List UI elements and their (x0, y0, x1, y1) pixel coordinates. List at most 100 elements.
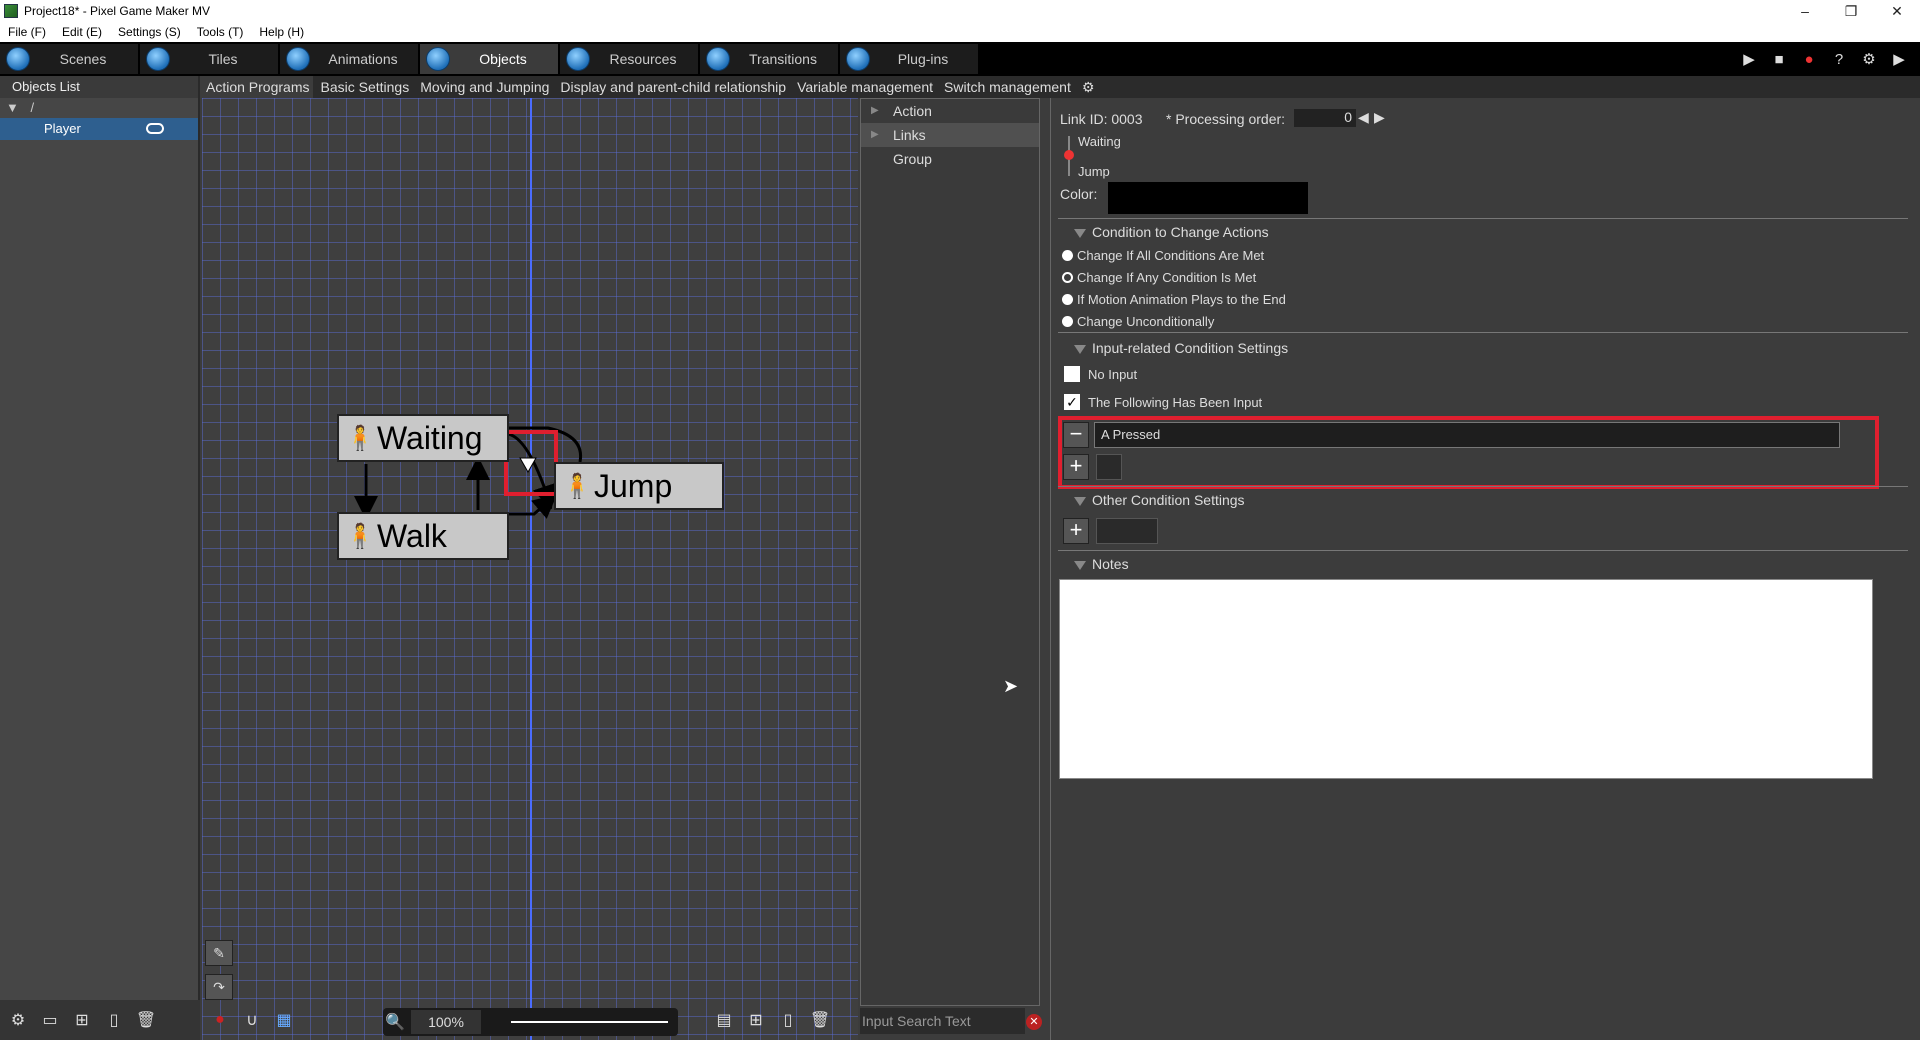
close-button[interactable]: ✕ (1874, 0, 1920, 22)
tab-scenes[interactable]: Scenes (0, 44, 138, 74)
add-action-icon[interactable]: ⊞ (744, 1008, 768, 1032)
settings-icon[interactable]: ⚙ (6, 1008, 30, 1032)
subtab-action-programs[interactable]: Action Programs (202, 76, 314, 98)
link-walk-jump[interactable] (508, 494, 558, 519)
tab-transitions[interactable]: Transitions (700, 44, 838, 74)
tab-plugins[interactable]: Plug-ins (840, 44, 978, 74)
menu-edit[interactable]: Edit (E) (54, 25, 110, 39)
mouse-cursor-icon: ➤ (1003, 676, 1019, 696)
character-icon: 🧍 (345, 522, 375, 550)
link-id: Link ID: 0003 (1060, 111, 1143, 127)
expand-arrow-icon[interactable]: ▶ (871, 99, 879, 123)
run-icon[interactable]: ▶ (1888, 48, 1910, 70)
input-highlight-box (1058, 416, 1879, 489)
curve-tool-icon[interactable]: ↷ (205, 974, 233, 1000)
zoom-control: 🔍 100% (383, 1008, 678, 1036)
zoom-slider[interactable] (511, 1021, 668, 1023)
divider (1058, 332, 1908, 333)
collapse-icon (1074, 228, 1086, 238)
subtab-switch-management[interactable]: Switch management (940, 76, 1075, 98)
gear-icon[interactable]: ⚙ (1858, 48, 1880, 70)
play-icon[interactable]: ▶ (1738, 48, 1760, 70)
plugins-icon (846, 47, 870, 71)
other-condition-slot[interactable] (1096, 518, 1158, 544)
radio-all-conditions[interactable]: Change If All Conditions Are Met (1052, 248, 1264, 263)
node-walk[interactable]: 🧍 Walk (337, 512, 509, 560)
objects-list-footer: ⚙ ▭ ⊞ ▯ 🗑 (0, 1000, 200, 1040)
collapse-arrow-icon[interactable]: ▼ (6, 100, 22, 115)
pen-icon[interactable]: ✎ (205, 940, 233, 966)
tree-item-player[interactable]: Player (0, 118, 198, 140)
increment-icon[interactable]: ▶ (1374, 109, 1385, 126)
menu-help[interactable]: Help (H) (251, 25, 312, 39)
subtab-display-parent-child[interactable]: Display and parent-child relationship (556, 76, 790, 98)
link-from: Waiting (1078, 134, 1121, 149)
gamepad-icon (146, 123, 164, 134)
magnifier-icon[interactable]: 🔍 (383, 1010, 407, 1034)
tree-item-links[interactable]: ▶ Links (861, 123, 1039, 147)
list-icon[interactable]: ▤ (712, 1008, 736, 1032)
canvas-tools-right: ▤ ⊞ ▯ 🗑 (712, 1008, 832, 1032)
checkbox-no-input[interactable]: No Input (1052, 366, 1137, 382)
condition-change-header[interactable]: Condition to Change Actions (1058, 224, 1269, 240)
tree-item-group[interactable]: Group (861, 147, 1039, 171)
canvas-tools-left: ● ∪ ▦ (208, 1008, 296, 1032)
notes-textarea[interactable] (1059, 579, 1873, 779)
character-icon: 🧍 (562, 472, 592, 500)
record-icon[interactable]: ● (1798, 48, 1820, 70)
collapse-icon (1074, 344, 1086, 354)
input-conditions-header[interactable]: Input-related Condition Settings (1058, 340, 1288, 356)
color-swatch[interactable] (1108, 182, 1308, 214)
decrement-icon[interactable]: ◀ (1358, 109, 1369, 126)
divider (1058, 218, 1908, 219)
subtab-moving-jumping[interactable]: Moving and Jumping (416, 76, 553, 98)
radio-unconditionally[interactable]: Change Unconditionally (1052, 314, 1214, 329)
subtab-settings-gear-icon[interactable]: ⚙ (1078, 76, 1099, 98)
delete-icon[interactable]: 🗑 (808, 1008, 832, 1032)
color-label: Color: (1060, 186, 1098, 202)
link-direction-dot (1064, 150, 1074, 160)
objects-icon (426, 47, 450, 71)
subtab-variable-management[interactable]: Variable management (793, 76, 937, 98)
window-icon[interactable]: ▭ (38, 1008, 62, 1032)
window-title: Project18* - Pixel Game Maker MV (24, 4, 211, 18)
menu-tools[interactable]: Tools (T) (189, 25, 252, 39)
checkbox-following-input[interactable]: ✓ The Following Has Been Input (1052, 394, 1262, 410)
menu-file[interactable]: File (F) (0, 25, 54, 39)
red-action-icon[interactable]: ● (208, 1008, 232, 1032)
node-waiting[interactable]: 🧍 Waiting (337, 414, 509, 462)
trash-icon[interactable]: 🗑 (134, 1008, 158, 1032)
tab-tiles[interactable]: Tiles (140, 44, 278, 74)
menu-settings[interactable]: Settings (S) (110, 25, 189, 39)
player-label: Player (44, 121, 81, 136)
magnet-icon[interactable]: ∪ (240, 1008, 264, 1032)
stop-icon[interactable]: ■ (1768, 48, 1790, 70)
minimize-button[interactable]: – (1782, 0, 1828, 22)
zoom-value[interactable]: 100% (411, 1010, 481, 1034)
node-jump[interactable]: 🧍 Jump (554, 462, 724, 510)
add-object-icon[interactable]: ▯ (102, 1008, 126, 1032)
other-conditions-header[interactable]: Other Condition Settings (1058, 492, 1245, 508)
tab-resources[interactable]: Resources (560, 44, 698, 74)
tree-item-action[interactable]: ▶ Action (861, 99, 1039, 123)
search-input[interactable]: Input Search Text (860, 1008, 1025, 1034)
radio-any-condition[interactable]: Change If Any Condition Is Met (1052, 270, 1256, 285)
action-program-canvas[interactable]: 🧍 Waiting 🧍 Walk 🧍 Jump (202, 98, 858, 1040)
clear-search-icon[interactable]: ✕ (1026, 1014, 1042, 1030)
subtab-basic-settings[interactable]: Basic Settings (316, 76, 413, 98)
maximize-button[interactable]: ❐ (1828, 0, 1874, 22)
divider (1058, 486, 1908, 487)
add-folder-icon[interactable]: ⊞ (70, 1008, 94, 1032)
new-icon[interactable]: ▯ (776, 1008, 800, 1032)
tab-objects[interactable]: Objects (420, 44, 558, 74)
animations-icon (286, 47, 310, 71)
tab-animations[interactable]: Animations (280, 44, 418, 74)
expand-arrow-icon[interactable]: ▶ (871, 123, 879, 147)
radio-motion-animation-end[interactable]: If Motion Animation Plays to the End (1052, 292, 1286, 307)
add-other-condition-button[interactable]: + (1063, 518, 1089, 544)
processing-order-field[interactable]: 0 (1294, 109, 1356, 127)
tree-root[interactable]: ▼ / (0, 98, 198, 118)
notes-header[interactable]: Notes (1058, 556, 1129, 572)
help-icon[interactable]: ? (1828, 48, 1850, 70)
grid-icon[interactable]: ▦ (272, 1008, 296, 1032)
